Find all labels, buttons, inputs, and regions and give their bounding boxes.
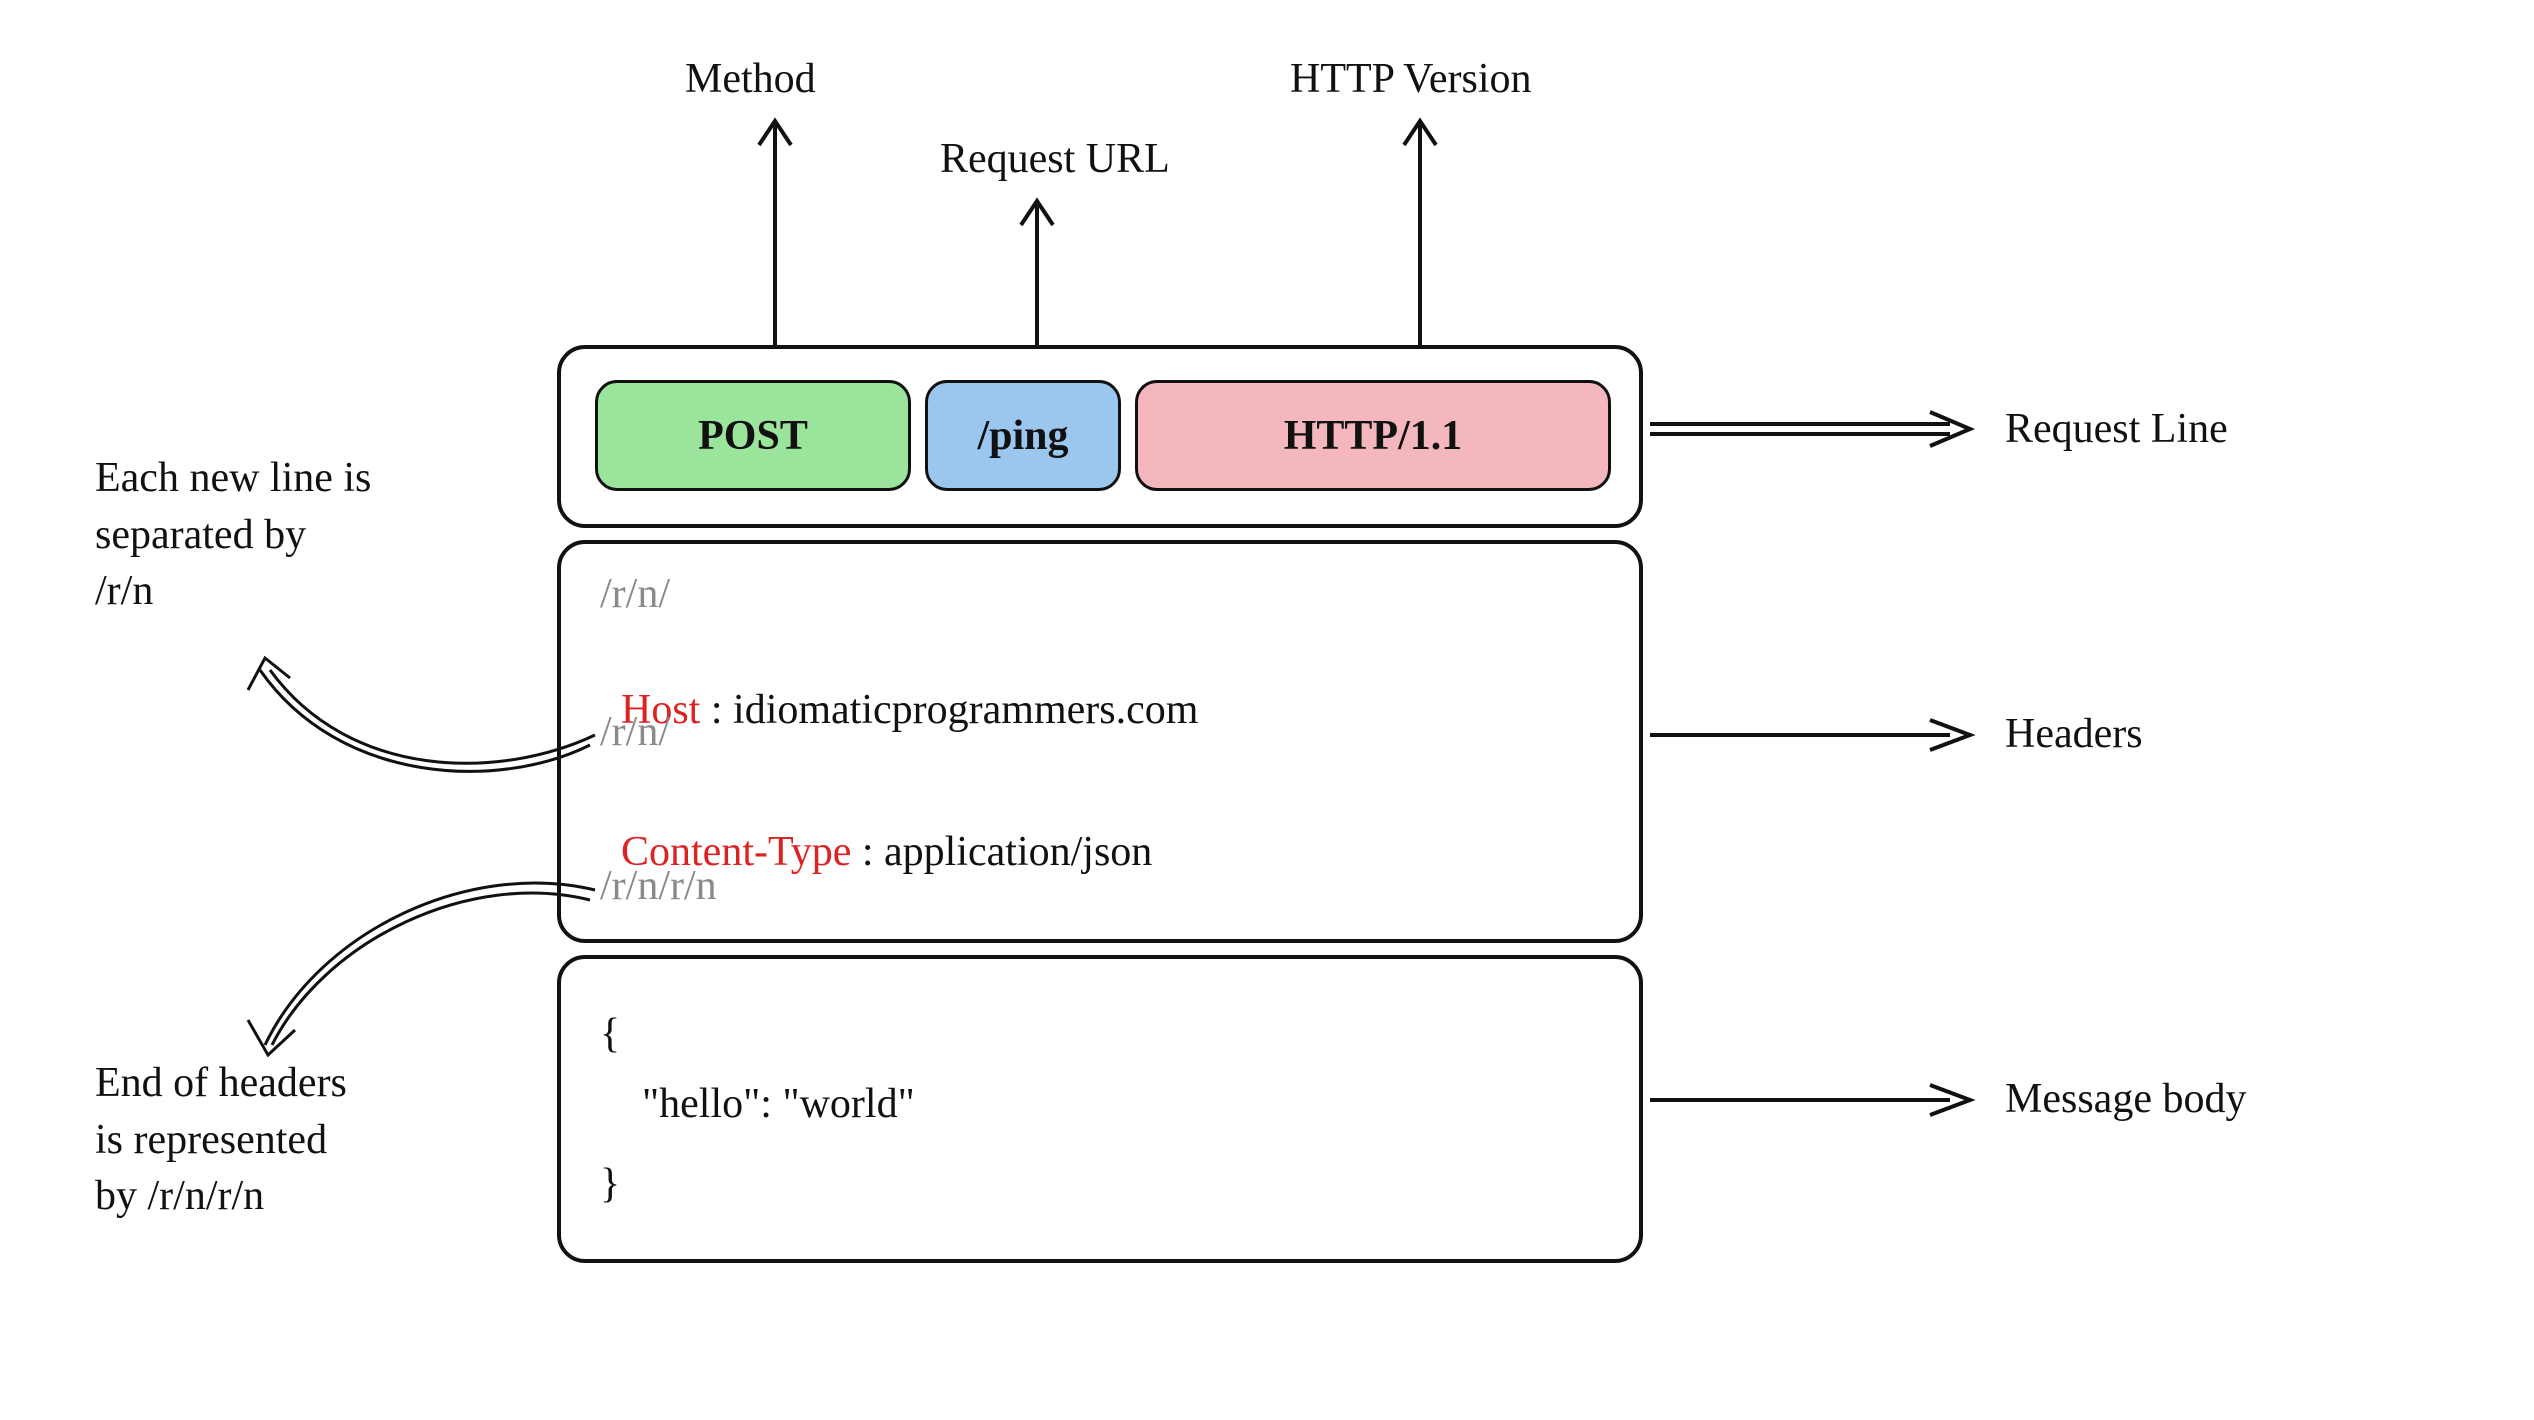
body-open: { xyxy=(600,1010,620,1058)
header-host: Host : idiomaticprogrammers.com xyxy=(600,638,1198,734)
label-request-line: Request Line xyxy=(2005,405,2228,453)
label-http-version: HTTP Version xyxy=(1290,55,1532,103)
label-message-body: Message body xyxy=(2005,1075,2246,1123)
arrow-note-newline xyxy=(200,630,600,790)
url-pill: /ping xyxy=(925,380,1121,491)
arrow-request-line xyxy=(1650,410,1980,450)
version-pill: HTTP/1.1 xyxy=(1135,380,1611,491)
ctype-value: : application/json xyxy=(851,829,1152,875)
body-close: } xyxy=(600,1160,620,1208)
crlf-2: /r/n/ xyxy=(600,708,670,756)
note-end-headers: End of headers is represented by /r/n/r/… xyxy=(95,1055,347,1225)
headers-box xyxy=(557,540,1643,943)
method-pill: POST xyxy=(595,380,911,491)
host-value: : idiomaticprogrammers.com xyxy=(700,687,1198,733)
label-request-url: Request URL xyxy=(940,135,1170,183)
label-method: Method xyxy=(685,55,816,103)
body-line: "hello": "world" xyxy=(600,1080,915,1128)
label-headers: Headers xyxy=(2005,710,2143,758)
crlf-1: /r/n/ xyxy=(600,570,670,618)
arrow-body xyxy=(1650,1085,1980,1115)
crlf-double: /r/n/r/n xyxy=(600,862,717,910)
arrow-headers xyxy=(1650,720,1980,750)
arrow-note-end-headers xyxy=(210,870,600,1060)
note-newline: Each new line is separated by /r/n xyxy=(95,450,371,620)
